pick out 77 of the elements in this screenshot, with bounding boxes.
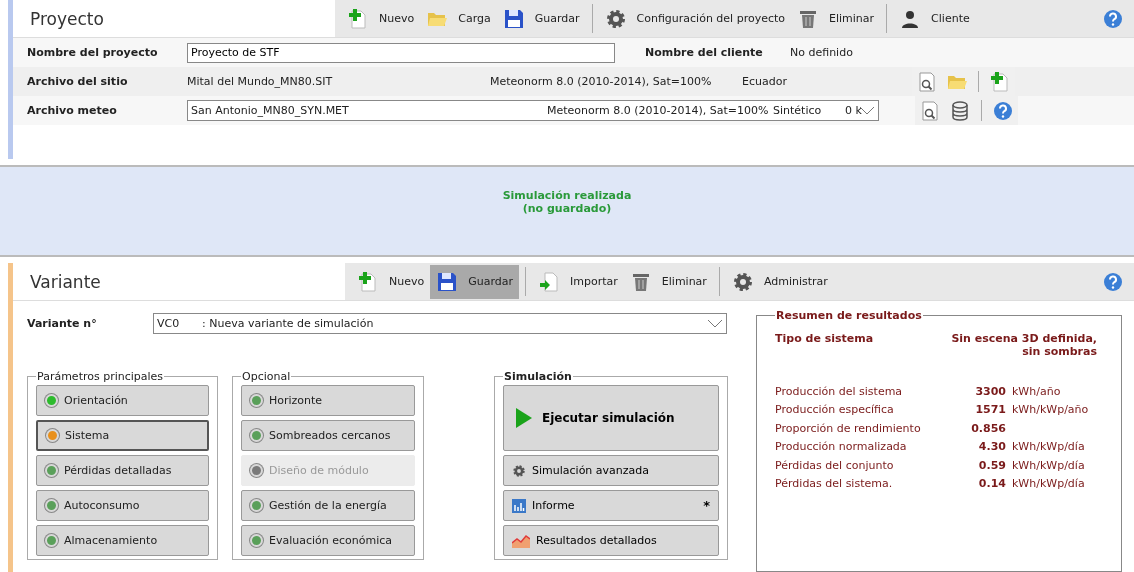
result-unit: kWh/kWp/día: [1012, 477, 1085, 491]
toolbar-button[interactable]: Guardar: [430, 264, 520, 299]
field-label: Nombre del cliente: [645, 46, 764, 59]
database-icon: [949, 99, 971, 122]
project-name-field[interactable]: Proyecto de STF: [187, 42, 615, 63]
group-legend: Resumen de resultados: [775, 309, 923, 322]
toolbar-button[interactable]: Administrar: [725, 264, 834, 299]
result-value: 0.14: [977, 477, 1006, 491]
help-icon: [1102, 270, 1124, 293]
variant-dropdown[interactable]: VC0 : Nueva variante de simulación: [153, 313, 727, 334]
settings-icon: [731, 270, 754, 293]
parameter-button[interactable]: Horizonte: [241, 385, 415, 416]
simulation-button[interactable]: Informe *: [503, 490, 719, 521]
country-name: Ecuador: [742, 75, 788, 88]
play-icon: [516, 408, 532, 428]
result-value: 0.856: [970, 421, 1006, 435]
toolbar-button[interactable]: Nuevo: [341, 1, 421, 36]
toolbar-button[interactable]: Configuración del proyecto: [598, 1, 791, 36]
line-chart-icon: [512, 533, 530, 548]
result-value: 0.59: [977, 458, 1006, 472]
field-label: Nombre del proyecto: [27, 46, 159, 59]
simulation-button[interactable]: Resultados detallados: [503, 525, 719, 556]
settings-icon: [604, 7, 627, 30]
result-value: 3300: [974, 384, 1006, 398]
bar-chart-icon: [512, 498, 526, 513]
result-label: Pérdidas del sistema.: [775, 477, 894, 491]
group-legend: Parámetros principales: [36, 370, 165, 383]
result-label: Producción específica: [775, 403, 895, 417]
toolbar-button[interactable]: Cliente: [893, 1, 976, 36]
result-label: Tipo de sistema: [775, 332, 874, 347]
parameter-button[interactable]: Pérdidas detalladas: [36, 455, 209, 486]
simulation-button[interactable]: Simulación avanzada: [503, 455, 719, 486]
field-label: Variante n°: [27, 317, 98, 330]
meteo-file-dropdown[interactable]: San Antonio_MN80_SYN.MET Meteonorm 8.0 (2010-2014), Sat=100% Sintético 0 k: [187, 100, 879, 121]
result-label: Proporción de rendimiento: [775, 421, 922, 435]
toolbar-button[interactable]: Eliminar: [623, 264, 713, 299]
result-value: 1571: [974, 403, 1006, 417]
site-file-name: Mital del Mundo_MN80.SIT: [187, 75, 334, 88]
toolbar-button[interactable]: Nuevo: [351, 264, 431, 299]
toolbar-button[interactable]: Importar: [532, 264, 624, 299]
help-icon: [992, 99, 1014, 122]
result-unit: kWh/kWp/día: [1012, 440, 1085, 454]
parameter-button[interactable]: Almacenamiento: [36, 525, 209, 556]
toolbar-button[interactable]: Eliminar: [791, 1, 881, 36]
group-legend: Simulación: [503, 370, 573, 383]
field-label: Archivo meteo: [27, 104, 118, 117]
data-source: Meteonorm 8.0 (2010-2014), Sat=100%: [490, 75, 713, 88]
result-label: Pérdidas del conjunto: [775, 458, 895, 472]
chevron-down-icon: [707, 318, 723, 329]
result-value: 4.30: [977, 440, 1006, 454]
document-search-icon: [916, 70, 938, 93]
add-document-icon: [347, 7, 369, 30]
add-document-icon: [989, 70, 1011, 93]
toolbar-button[interactable]: Guardar: [496, 1, 586, 36]
field-label: Archivo del sitio: [27, 75, 129, 88]
help-icon: [1102, 7, 1124, 30]
parameter-button[interactable]: Sistema: [36, 420, 209, 451]
result-value: Sin escena 3D definida, sin sombras: [950, 332, 1097, 358]
settings-icon: [512, 463, 526, 478]
result-label: Producción del sistema: [775, 384, 904, 398]
run-simulation-button[interactable]: Ejecutar simulación: [503, 385, 719, 451]
parameter-button[interactable]: Orientación: [36, 385, 209, 416]
group-legend: Opcional: [241, 370, 292, 383]
document-search-icon: [919, 99, 941, 122]
result-unit: kWh/kWp/día: [1012, 458, 1085, 472]
parameter-button[interactable]: Sombreados cercanos: [241, 420, 415, 451]
parameter-button[interactable]: Evaluación económica: [241, 525, 415, 556]
result-label: Producción normalizada: [775, 440, 908, 454]
parameter-button[interactable]: Autoconsumo: [36, 490, 209, 521]
add-document-icon: [357, 270, 379, 293]
toolbar-button[interactable]: Carga: [420, 1, 497, 36]
result-unit: kWh/kWp/año: [1012, 403, 1089, 417]
result-unit: kWh/año: [1012, 384, 1061, 398]
import-document-icon: [538, 270, 561, 293]
parameter-button[interactable]: Gestión de la energía: [241, 490, 415, 521]
client-name: No definido: [790, 46, 854, 59]
status-message: Simulación realizada (no guardado): [502, 189, 632, 215]
